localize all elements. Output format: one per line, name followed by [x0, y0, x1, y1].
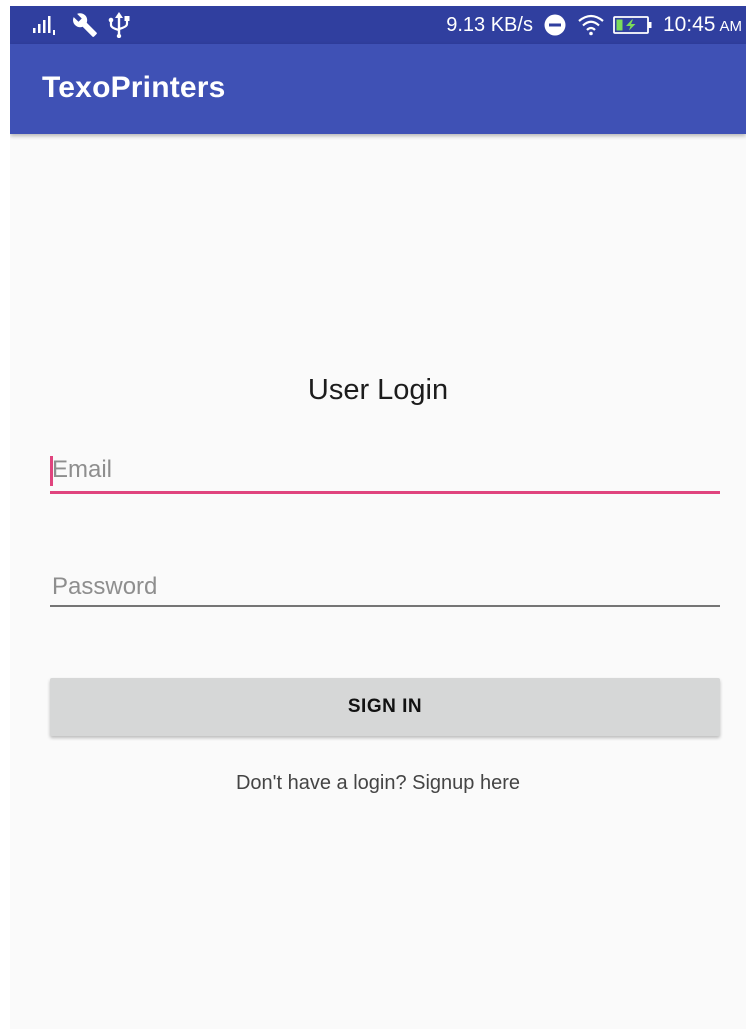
battery-charging-icon — [613, 15, 653, 35]
signal-icon — [32, 14, 62, 36]
status-bar: 9.13 KB/s 10:45 AM — [10, 6, 746, 44]
status-ampm: AM — [719, 18, 743, 35]
password-field[interactable] — [50, 568, 722, 608]
sign-in-button[interactable]: SIGN IN — [50, 678, 720, 736]
phone-screen: 9.13 KB/s 10:45 AM TexoPrinters User Log… — [10, 6, 746, 1029]
app-bar: TexoPrinters — [10, 44, 746, 134]
network-speed: 9.13 KB/s — [446, 13, 533, 36]
password-input[interactable] — [50, 568, 722, 606]
login-heading: User Login — [307, 374, 449, 406]
status-bar-right: 9.13 KB/s 10:45 AM — [446, 11, 742, 39]
usb-icon — [108, 12, 130, 38]
email-field[interactable] — [50, 451, 722, 495]
app-title: TexoPrinters — [42, 71, 226, 104]
text-cursor — [50, 456, 53, 486]
do-not-disturb-icon — [543, 13, 567, 37]
status-time: 10:45 — [662, 13, 716, 36]
password-underline — [50, 605, 720, 607]
email-input[interactable] — [50, 451, 722, 489]
wrench-icon — [72, 12, 98, 38]
email-underline — [50, 491, 720, 494]
status-bar-left — [32, 11, 130, 39]
signup-link[interactable]: Don't have a login? Signup here — [10, 772, 746, 795]
wifi-icon — [577, 14, 605, 36]
